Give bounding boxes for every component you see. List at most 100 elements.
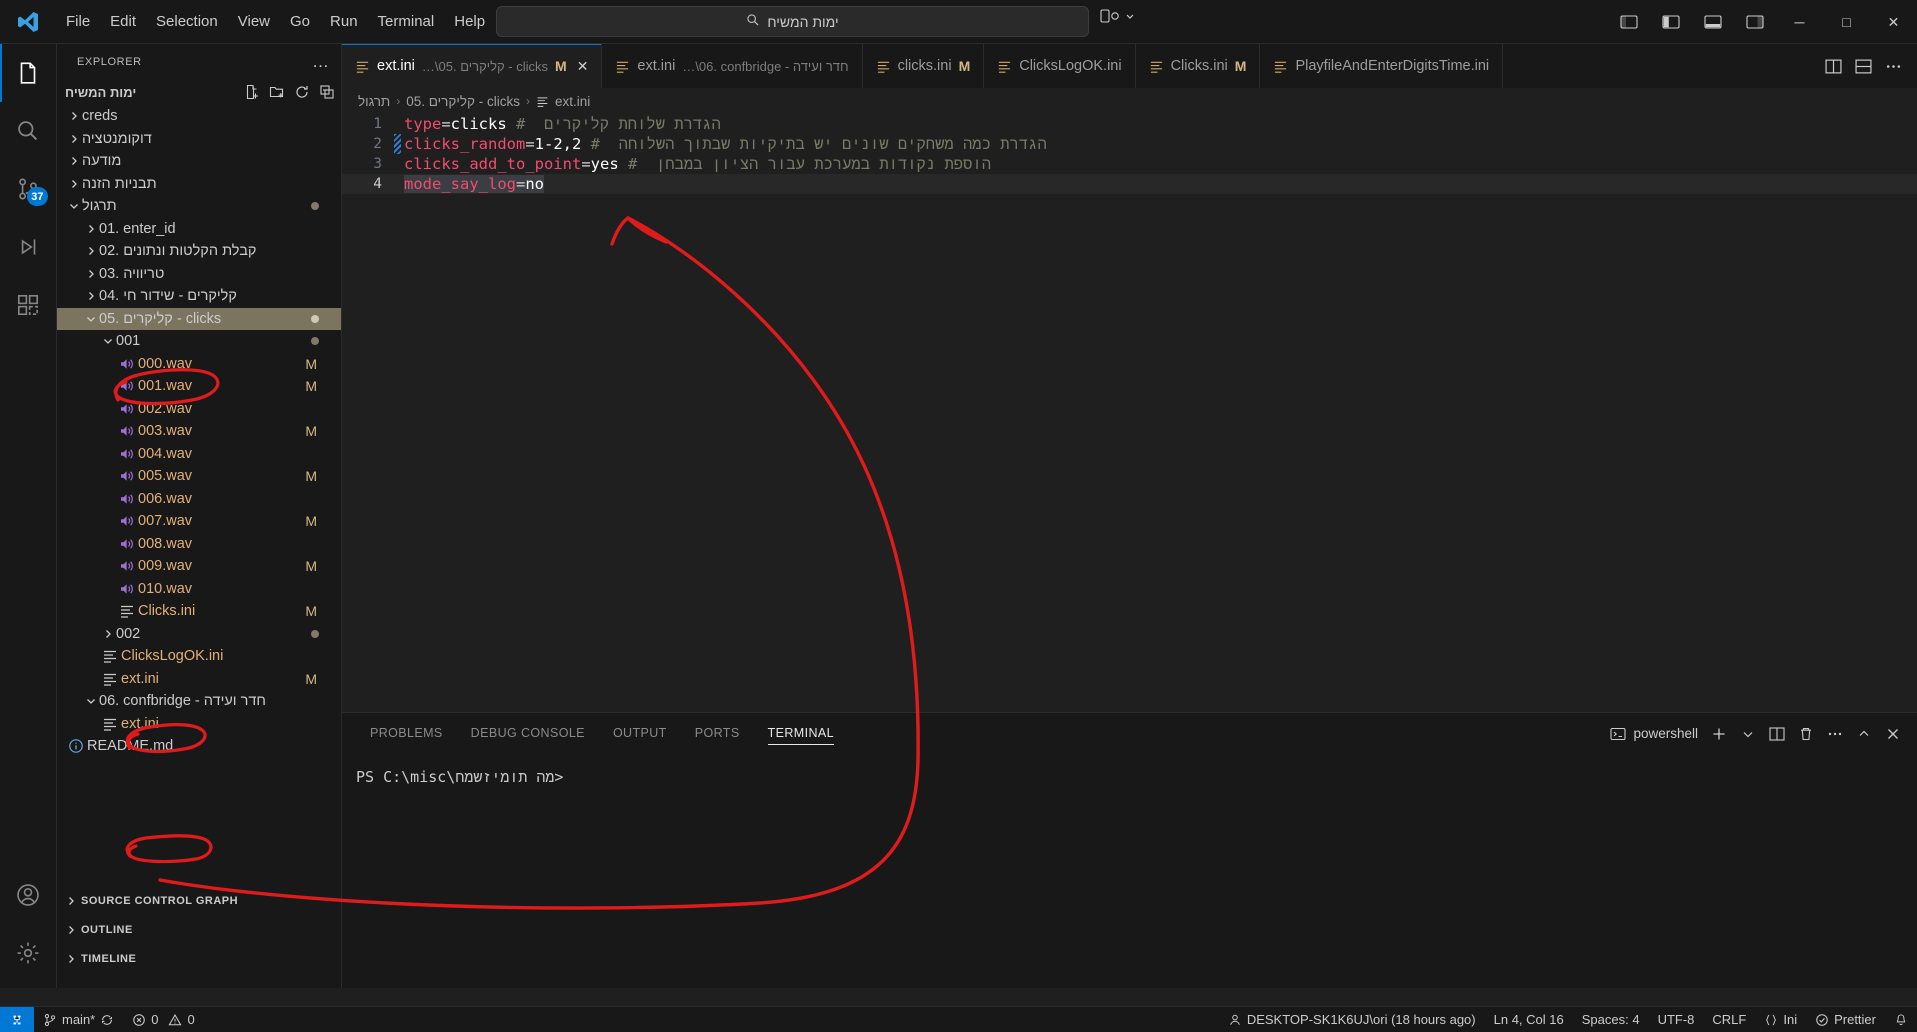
activity-run-and-debug[interactable] — [0, 218, 57, 276]
chevron-right-icon[interactable] — [82, 223, 99, 235]
activity-search[interactable] — [0, 102, 57, 160]
tree-row[interactable]: 003.wav M — [57, 420, 341, 443]
editor-tab[interactable]: ext.ini …\06. confbridge - חדר ועידה — [602, 44, 863, 88]
menu-bar[interactable]: File Edit Selection View Go Run Terminal… — [56, 0, 495, 44]
editor-tabs-actions[interactable] — [1810, 44, 1917, 88]
tree-row[interactable]: 06. confbridge - חדר ועידה — [57, 690, 341, 713]
chevron-down-icon[interactable] — [99, 335, 116, 347]
chevron-down-icon[interactable] — [65, 200, 82, 212]
panel-tab[interactable]: PROBLEMS — [356, 713, 457, 754]
tree-row[interactable]: 000.wav M — [57, 353, 341, 376]
explorer-more-actions-icon[interactable]: … — [312, 52, 329, 72]
activity-extensions[interactable] — [0, 276, 57, 334]
close-window-button[interactable]: ✕ — [1870, 0, 1917, 44]
tree-row[interactable]: 03. טריוויה — [57, 263, 341, 286]
status-prettier[interactable]: Prettier — [1806, 1007, 1885, 1032]
breadcrumb-item-0[interactable]: תרגול — [358, 94, 390, 109]
code-line[interactable]: 2 clicks_random=1-2,2 # הגדרת כמה משחקים … — [342, 134, 1917, 154]
editor-tab[interactable]: ext.ini …\05. קליקרים - clicks M ✕ — [342, 44, 603, 88]
terminal-output[interactable]: PS C:\misc\מה תומיזשמח> — [342, 754, 1917, 787]
menu-help[interactable]: Help — [444, 0, 495, 44]
status-branch[interactable]: main* — [34, 1007, 123, 1032]
toggle-panel-left-icon[interactable] — [1650, 0, 1692, 44]
code-line[interactable]: 3 clicks_add_to_point=yes # הוספת נקודות … — [342, 154, 1917, 174]
panel-tab[interactable]: TERMINAL — [754, 713, 848, 754]
section-outline[interactable]: OUTLINE — [57, 917, 341, 942]
tree-row[interactable]: 007.wav M — [57, 510, 341, 533]
maximize-button[interactable]: □ — [1823, 0, 1870, 44]
tree-row[interactable]: 001.wav M — [57, 375, 341, 398]
close-panel-icon[interactable] — [1885, 726, 1901, 742]
tree-row[interactable]: 004.wav — [57, 443, 341, 466]
tree-row[interactable]: דוקומנטציה — [57, 128, 341, 151]
status-live-share[interactable]: DESKTOP-SK1K6UJ\ori (18 hours ago) — [1219, 1007, 1485, 1032]
status-encoding[interactable]: UTF-8 — [1649, 1007, 1704, 1032]
panel-tab[interactable]: DEBUG CONSOLE — [457, 713, 599, 754]
status-indentation[interactable]: Spaces: 4 — [1573, 1007, 1649, 1032]
chevron-right-icon[interactable] — [65, 178, 82, 190]
tree-row[interactable]: ext.ini — [57, 713, 341, 736]
activity-accounts[interactable] — [0, 866, 57, 924]
command-center-search[interactable]: ימות המשיח — [496, 6, 1089, 37]
section-source-control-graph[interactable]: SOURCE CONTROL GRAPH — [57, 888, 341, 913]
menu-edit[interactable]: Edit — [100, 0, 146, 44]
toggle-primary-sidebar-icon[interactable] — [1608, 0, 1650, 44]
status-cursor-position[interactable]: Ln 4, Col 16 — [1485, 1007, 1573, 1032]
status-language-mode[interactable]: Ini — [1755, 1007, 1806, 1032]
chevron-right-icon[interactable] — [82, 290, 99, 302]
status-notifications[interactable] — [1885, 1007, 1917, 1032]
breadcrumb-item-1[interactable]: 05. קליקרים - clicks — [406, 94, 520, 109]
toggle-panel-bottom-icon[interactable] — [1692, 0, 1734, 44]
menu-terminal[interactable]: Terminal — [368, 0, 445, 44]
tree-row[interactable]: 010.wav — [57, 578, 341, 601]
section-timeline[interactable]: TIMELINE — [57, 946, 341, 971]
panel-actions[interactable]: powershell — [1610, 726, 1917, 742]
breadcrumb[interactable]: תרגול › 05. קליקרים - clicks › ext.ini — [342, 88, 1917, 114]
chevron-right-icon[interactable] — [65, 110, 82, 122]
menu-file[interactable]: File — [56, 0, 100, 44]
tree-row[interactable]: Clicks.ini M — [57, 600, 341, 623]
close-tab-icon[interactable]: ✕ — [577, 58, 589, 75]
code-line[interactable]: 1 type=clicks # הגדרת שלוחת קליקרים — [342, 114, 1917, 134]
tree-row[interactable]: 005.wav M — [57, 465, 341, 488]
remote-indicator[interactable] — [0, 1006, 34, 1032]
activity-explorer[interactable] — [0, 44, 57, 102]
tree-row[interactable]: 02. קבלת הקלטות ונתונים — [57, 240, 341, 263]
panel-tab[interactable]: PORTS — [681, 713, 754, 754]
tree-row[interactable]: ClicksLogOK.ini — [57, 645, 341, 668]
tree-row[interactable]: README.md — [57, 735, 341, 758]
activity-settings[interactable] — [0, 924, 57, 982]
chevron-right-icon[interactable] — [82, 245, 99, 257]
tree-row[interactable]: ext.ini M — [57, 668, 341, 691]
editor-tab[interactable]: PlayfileAndEnterDigitsTime.ini — [1260, 44, 1504, 88]
layout-controls-center[interactable] — [1100, 8, 1135, 24]
toggle-secondary-sidebar-icon[interactable] — [1734, 0, 1776, 44]
tree-row[interactable]: תבניות הזנה — [57, 173, 341, 196]
chevron-right-icon[interactable] — [82, 268, 99, 280]
tree-row[interactable]: 05. קליקרים - clicks — [57, 307, 341, 330]
status-eol[interactable]: CRLF — [1703, 1007, 1755, 1032]
chevron-up-icon[interactable] — [1856, 726, 1872, 742]
chevron-down-icon[interactable] — [82, 313, 99, 325]
tree-row[interactable]: 002.wav — [57, 398, 341, 421]
tree-row[interactable]: 01. enter_id — [57, 218, 341, 241]
tree-row[interactable]: תרגול — [57, 195, 341, 218]
tree-row[interactable]: 009.wav M — [57, 555, 341, 578]
chevron-right-icon[interactable] — [65, 133, 82, 145]
chevron-down-icon[interactable] — [1740, 726, 1756, 742]
chevron-right-icon[interactable] — [99, 628, 116, 640]
more-actions-icon[interactable] — [1827, 726, 1843, 742]
editor-tab[interactable]: clicks.ini M — [862, 44, 985, 88]
tree-row[interactable]: creds — [57, 105, 341, 128]
tree-row[interactable]: 001 — [57, 330, 341, 353]
status-problems[interactable]: 0 0 — [123, 1007, 203, 1032]
trash-icon[interactable] — [1798, 726, 1814, 742]
panel-tab[interactable]: OUTPUT — [599, 713, 681, 754]
tree-row[interactable]: 008.wav — [57, 533, 341, 556]
activity-source-control[interactable]: 37 — [0, 160, 57, 218]
tree-row[interactable]: 002 — [57, 623, 341, 646]
code-editor[interactable]: 1 type=clicks # הגדרת שלוחת קליקרים 2 click… — [342, 114, 1917, 669]
chevron-down-icon[interactable] — [82, 695, 99, 707]
explorer-actions[interactable] — [244, 84, 335, 100]
split-terminal-icon[interactable] — [1769, 726, 1785, 742]
